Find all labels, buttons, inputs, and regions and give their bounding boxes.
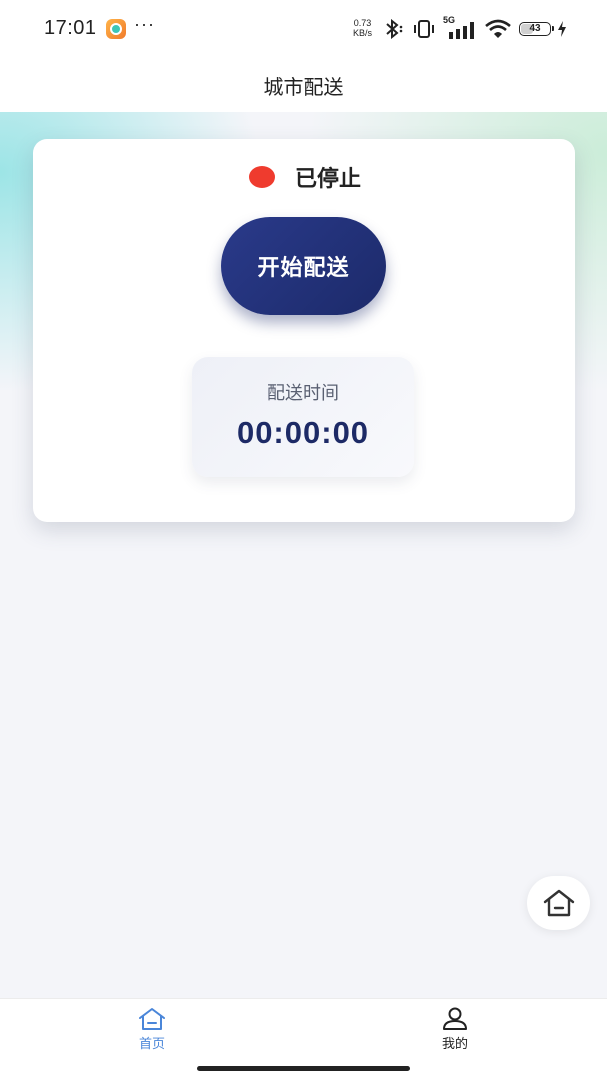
navigation-bar: 城市配送 <box>0 58 607 112</box>
delivery-time-value: 00:00:00 <box>236 415 370 450</box>
tab-home[interactable]: 首页 <box>112 1007 192 1052</box>
status-icons: 5G 43 <box>383 15 567 41</box>
cellular-signal-icon: 5G <box>443 15 477 40</box>
network-speed: 0.73 KB/s <box>353 18 372 38</box>
home-indicator[interactable] <box>197 1066 410 1071</box>
network-speed-value: 0.73 <box>353 18 372 28</box>
delivery-status: 已停止 <box>33 161 575 193</box>
home-icon <box>139 1008 165 1030</box>
delivery-card: 已停止 开始配送 配送时间 00:00:00 <box>33 139 575 522</box>
floating-home-button[interactable] <box>527 876 590 930</box>
charging-icon <box>558 21 566 37</box>
vibrate-icon <box>414 20 434 38</box>
status-text: 已停止 <box>294 167 361 192</box>
user-icon <box>443 1007 467 1030</box>
delivery-time-panel: 配送时间 00:00:00 <box>192 357 414 477</box>
network-speed-unit: KB/s <box>353 28 373 38</box>
battery-icon: 43 <box>519 22 554 36</box>
start-delivery-button[interactable]: 开始配送 <box>221 217 386 315</box>
home-icon <box>543 889 574 917</box>
more-notifications-icon: ··· <box>134 14 155 34</box>
status-indicator-dot <box>248 166 275 188</box>
tab-home-label: 首页 <box>138 1037 165 1052</box>
video-app-icon <box>106 19 126 39</box>
status-time: 17:01 <box>44 17 97 39</box>
bluetooth-icon <box>386 19 403 39</box>
status-bar: 17:01 ··· 0.73 KB/s 5G 43 <box>0 0 607 58</box>
tab-mine-label: 我的 <box>441 1037 468 1052</box>
page-title: 城市配送 <box>263 75 344 99</box>
battery-percent: 43 <box>529 23 541 34</box>
delivery-time-label: 配送时间 <box>267 383 339 404</box>
tab-mine[interactable]: 我的 <box>415 1007 495 1052</box>
wifi-icon <box>485 19 511 38</box>
